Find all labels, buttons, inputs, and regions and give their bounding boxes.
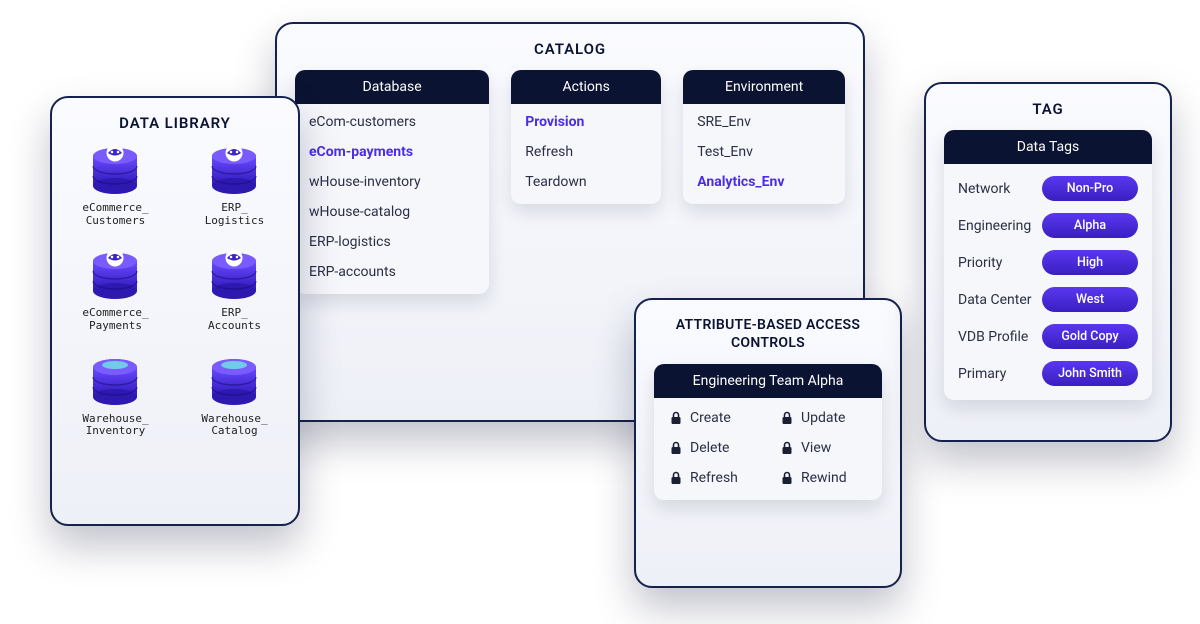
database-icon bbox=[208, 355, 260, 407]
lock-icon bbox=[670, 411, 682, 425]
catalog-database-list: eCom-customers eCom-payments wHouse-inve… bbox=[295, 104, 489, 294]
lock-icon bbox=[670, 441, 682, 455]
abac-perm-grid: Create Update Delete View Refresh Rewind bbox=[654, 398, 882, 500]
tag-row: Data Center West bbox=[958, 287, 1138, 312]
abac-permission-label: Rewind bbox=[801, 470, 847, 486]
tag-header: Data Tags bbox=[944, 130, 1152, 164]
catalog-env-card: Environment SRE_Env Test_Env Analytics_E… bbox=[683, 70, 845, 204]
abac-card: Engineering Team Alpha Create Update Delet… bbox=[654, 364, 882, 500]
data-library-item[interactable]: eCommerce_Customers bbox=[82, 144, 148, 227]
database-icon bbox=[89, 144, 141, 196]
lock-icon bbox=[781, 471, 793, 485]
tag-title: TAG bbox=[944, 100, 1152, 118]
catalog-env-item[interactable]: SRE_Env bbox=[697, 114, 831, 130]
abac-permission[interactable]: Update bbox=[781, 410, 866, 426]
catalog-db-item[interactable]: wHouse-inventory bbox=[309, 174, 475, 190]
data-library-label: Warehouse_Inventory bbox=[82, 413, 148, 438]
abac-group-header: Engineering Team Alpha bbox=[654, 364, 882, 398]
catalog-actions-list: Provision Refresh Teardown bbox=[511, 104, 661, 204]
data-library-grid: eCommerce_Customers ERP_Logistics eComme… bbox=[70, 144, 280, 438]
catalog-db-item[interactable]: wHouse-catalog bbox=[309, 204, 475, 220]
catalog-db-item[interactable]: ERP-accounts bbox=[309, 264, 475, 280]
database-icon bbox=[208, 144, 260, 196]
abac-title: ATTRIBUTE-BASED ACCESS CONTROLS bbox=[654, 316, 882, 352]
tag-row: VDB Profile Gold Copy bbox=[958, 324, 1138, 349]
catalog-actions-header: Actions bbox=[511, 70, 661, 104]
tag-row: Priority High bbox=[958, 250, 1138, 275]
abac-permission-label: Delete bbox=[690, 440, 729, 456]
tag-label: Engineering bbox=[958, 218, 1031, 234]
data-library-item[interactable]: ERP_Logistics bbox=[205, 144, 265, 227]
abac-panel: ATTRIBUTE-BASED ACCESS CONTROLS Engineer… bbox=[634, 298, 902, 588]
database-icon bbox=[208, 249, 260, 301]
tag-row: Network Non-Pro bbox=[958, 176, 1138, 201]
data-library-item[interactable]: ERP_Accounts bbox=[208, 249, 261, 332]
data-library-item[interactable]: Warehouse_Inventory bbox=[82, 355, 148, 438]
data-library-title: DATA LIBRARY bbox=[70, 114, 280, 132]
abac-permission[interactable]: Create bbox=[670, 410, 755, 426]
abac-permission[interactable]: Refresh bbox=[670, 470, 755, 486]
tag-label: Network bbox=[958, 181, 1010, 197]
lock-icon bbox=[781, 411, 793, 425]
data-library-label: eCommerce_Customers bbox=[82, 202, 148, 227]
catalog-action-item[interactable]: Provision bbox=[525, 114, 647, 130]
tag-label: Primary bbox=[958, 366, 1006, 382]
catalog-db-item[interactable]: eCom-customers bbox=[309, 114, 475, 130]
data-library-label: ERP_Accounts bbox=[208, 307, 261, 332]
catalog-database-header: Database bbox=[295, 70, 489, 104]
abac-permission-label: Create bbox=[690, 410, 731, 426]
catalog-env-list: SRE_Env Test_Env Analytics_Env bbox=[683, 104, 845, 204]
catalog-action-item[interactable]: Refresh bbox=[525, 144, 647, 160]
data-library-panel: DATA LIBRARY eCommerce_Customers ERP_Log… bbox=[50, 96, 300, 526]
database-icon bbox=[89, 355, 141, 407]
tag-pill[interactable]: Gold Copy bbox=[1042, 324, 1138, 349]
data-library-label: eCommerce_Payments bbox=[82, 307, 148, 332]
catalog-action-item[interactable]: Teardown bbox=[525, 174, 647, 190]
catalog-title: CATALOG bbox=[295, 40, 845, 58]
data-library-label: ERP_Logistics bbox=[205, 202, 265, 227]
tag-label: Priority bbox=[958, 255, 1002, 271]
abac-permission-label: Update bbox=[801, 410, 845, 426]
tag-list: Network Non-Pro Engineering Alpha Priority… bbox=[944, 164, 1152, 400]
catalog-env-header: Environment bbox=[683, 70, 845, 104]
catalog-env-item[interactable]: Analytics_Env bbox=[697, 174, 831, 190]
catalog-actions-card: Actions Provision Refresh Teardown bbox=[511, 70, 661, 204]
tag-row: Engineering Alpha bbox=[958, 213, 1138, 238]
tag-card: Data Tags Network Non-Pro Engineering Alp… bbox=[944, 130, 1152, 400]
abac-permission-label: Refresh bbox=[690, 470, 738, 486]
data-library-item[interactable]: eCommerce_Payments bbox=[82, 249, 148, 332]
database-icon bbox=[89, 249, 141, 301]
tag-label: VDB Profile bbox=[958, 329, 1028, 345]
tag-panel: TAG Data Tags Network Non-Pro Engineering… bbox=[924, 82, 1172, 442]
abac-permission[interactable]: View bbox=[781, 440, 866, 456]
catalog-env-item[interactable]: Test_Env bbox=[697, 144, 831, 160]
catalog-database-card: Database eCom-customers eCom-payments wH… bbox=[295, 70, 489, 294]
data-library-label: Warehouse_Catalog bbox=[201, 413, 267, 438]
tag-pill[interactable]: John Smith bbox=[1042, 361, 1138, 386]
tag-pill[interactable]: Alpha bbox=[1042, 213, 1138, 238]
abac-permission-label: View bbox=[801, 440, 831, 456]
abac-permission[interactable]: Rewind bbox=[781, 470, 866, 486]
tag-pill[interactable]: West bbox=[1042, 287, 1138, 312]
lock-icon bbox=[781, 441, 793, 455]
tag-pill[interactable]: Non-Pro bbox=[1042, 176, 1138, 201]
catalog-db-item[interactable]: eCom-payments bbox=[309, 144, 475, 160]
lock-icon bbox=[670, 471, 682, 485]
tag-label: Data Center bbox=[958, 292, 1032, 308]
tag-pill[interactable]: High bbox=[1042, 250, 1138, 275]
data-library-item[interactable]: Warehouse_Catalog bbox=[201, 355, 267, 438]
abac-permission[interactable]: Delete bbox=[670, 440, 755, 456]
tag-row: Primary John Smith bbox=[958, 361, 1138, 386]
catalog-db-item[interactable]: ERP-logistics bbox=[309, 234, 475, 250]
